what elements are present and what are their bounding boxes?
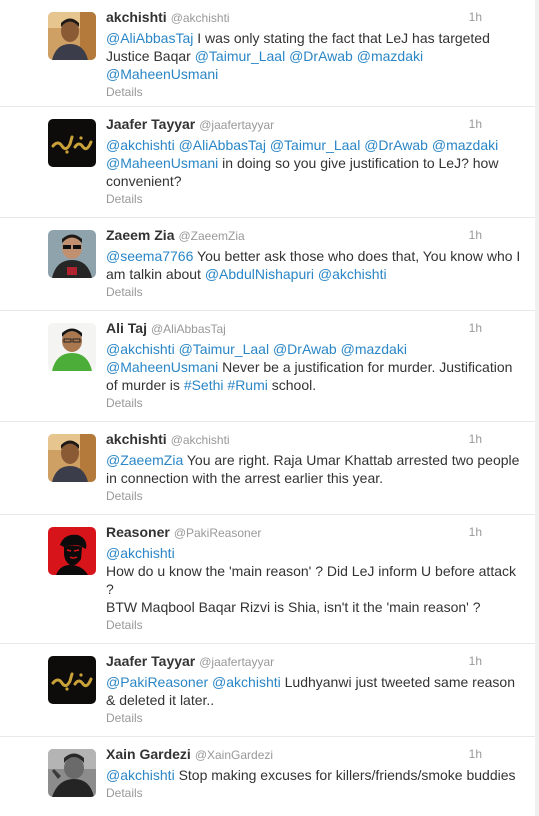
tweet[interactable]: Xain Gardezi @XainGardezi 1h @akchishti S…	[0, 737, 535, 816]
mention-link[interactable]: @Taimur_Laal	[270, 137, 360, 153]
details-link[interactable]: Details	[106, 396, 523, 410]
tweet[interactable]: akchishti @akchishti 1h @AliAbbasTaj I wa…	[0, 0, 535, 107]
mention-link[interactable]: @DrAwab	[289, 48, 353, 64]
tweet-text-fragment: school.	[267, 377, 317, 393]
mention-link[interactable]: @MaheenUsmani	[106, 66, 218, 82]
tweet-text: @AliAbbasTaj I was only stating the fact…	[106, 29, 523, 83]
mention-link[interactable]: @mazdaki	[341, 341, 407, 357]
tweet-timeline: akchishti @akchishti 1h @AliAbbasTaj I wa…	[0, 0, 536, 816]
tweet-text-fragment: BTW Maqbool Baqar Rizvi is Shia, isn't i…	[106, 599, 481, 615]
mention-link[interactable]: @akchishti	[318, 266, 387, 282]
tweet-timestamp[interactable]: 1h	[469, 654, 482, 668]
tweet-text-fragment: How do u know the 'main reason' ? Did Le…	[106, 563, 516, 597]
calligraphy-avatar[interactable]	[48, 656, 96, 704]
mention-link[interactable]: @ZaeemZia	[106, 452, 183, 468]
mention-link[interactable]: @mazdaki	[357, 48, 423, 64]
tweet-text: @seema7766 You better ask those who does…	[106, 247, 523, 283]
tweet-text: @akchishti Stop making excuses for kille…	[106, 766, 523, 784]
tweet[interactable]: Ali Taj @AliAbbasTaj 1h @akchishti @Taimu…	[0, 311, 535, 422]
details-link[interactable]: Details	[106, 711, 523, 725]
mention-link[interactable]: @Taimur_Laal	[195, 48, 285, 64]
mention-link[interactable]: @akchishti	[212, 674, 281, 690]
author-username[interactable]: @jaafertayyar	[199, 655, 274, 669]
man-portrait-avatar[interactable]	[48, 434, 96, 482]
tweet-timestamp[interactable]: 1h	[469, 228, 482, 242]
calligraphy-avatar[interactable]	[48, 119, 96, 167]
tweet-header: akchishti @akchishti	[106, 431, 523, 450]
mention-link[interactable]: @PakiReasoner	[106, 674, 208, 690]
tweet-timestamp[interactable]: 1h	[469, 321, 482, 335]
mention-link[interactable]: @AliAbbasTaj	[106, 30, 193, 46]
mention-link[interactable]: @mazdaki	[432, 137, 498, 153]
tweet-timestamp[interactable]: 1h	[469, 432, 482, 446]
man-sunglasses-avatar[interactable]	[48, 230, 96, 278]
author-fullname[interactable]: akchishti	[106, 431, 167, 447]
tweet-text: @akchishti @Taimur_Laal @DrAwab @mazdaki…	[106, 340, 523, 394]
tweet-text-fragment: Stop making excuses for killers/friends/…	[174, 767, 516, 783]
author-username[interactable]: @akchishti	[171, 11, 230, 25]
tweet-timestamp[interactable]: 1h	[469, 525, 482, 539]
che-portrait-avatar[interactable]	[48, 527, 96, 575]
author-username[interactable]: @ZaeemZia	[178, 229, 244, 243]
mention-link[interactable]: @MaheenUsmani	[106, 155, 218, 171]
author-fullname[interactable]: Xain Gardezi	[106, 746, 191, 762]
author-fullname[interactable]: akchishti	[106, 9, 167, 25]
details-link[interactable]: Details	[106, 85, 523, 99]
tweet-header: akchishti @akchishti	[106, 9, 523, 28]
tweet-header: Jaafer Tayyar @jaafertayyar	[106, 116, 523, 135]
tweet-text: @ZaeemZia You are right. Raja Umar Khatt…	[106, 451, 523, 487]
author-fullname[interactable]: Jaafer Tayyar	[106, 653, 195, 669]
tweet[interactable]: Zaeem Zia @ZaeemZia 1h @seema7766 You bet…	[0, 218, 535, 311]
details-link[interactable]: Details	[106, 489, 523, 503]
tweet[interactable]: Reasoner @PakiReasoner 1h @akchishti How d…	[0, 515, 535, 644]
author-username[interactable]: @jaafertayyar	[199, 118, 274, 132]
mention-link[interactable]: @akchishti	[106, 767, 175, 783]
tweet[interactable]: akchishti @akchishti 1h @ZaeemZia You are…	[0, 422, 535, 515]
mention-link[interactable]: @akchishti	[106, 137, 175, 153]
tweet-timestamp[interactable]: 1h	[469, 10, 482, 24]
man-grayscale-avatar[interactable]	[48, 749, 96, 797]
hashtag-link[interactable]: #Sethi	[184, 377, 224, 393]
author-fullname[interactable]: Zaeem Zia	[106, 227, 174, 243]
details-link[interactable]: Details	[106, 285, 523, 299]
tweet[interactable]: Jaafer Tayyar @jaafertayyar 1h @PakiReaso…	[0, 644, 535, 737]
author-username[interactable]: @PakiReasoner	[174, 526, 262, 540]
mention-link[interactable]: @DrAwab	[273, 341, 337, 357]
author-username[interactable]: @XainGardezi	[195, 748, 273, 762]
author-fullname[interactable]: Ali Taj	[106, 320, 147, 336]
tweet-header: Jaafer Tayyar @jaafertayyar	[106, 653, 523, 672]
tweet-text: @akchishti @AliAbbasTaj @Taimur_Laal @Dr…	[106, 136, 523, 190]
mention-link[interactable]: @DrAwab	[364, 137, 428, 153]
tweet[interactable]: Jaafer Tayyar @jaafertayyar 1h @akchishti…	[0, 107, 535, 218]
tweet-timestamp[interactable]: 1h	[469, 117, 482, 131]
author-fullname[interactable]: Jaafer Tayyar	[106, 116, 195, 132]
scrollbar[interactable]	[535, 0, 539, 816]
mention-link[interactable]: @akchishti	[106, 545, 175, 561]
tweet-header: Xain Gardezi @XainGardezi	[106, 746, 523, 765]
details-link[interactable]: Details	[106, 618, 523, 632]
mention-link[interactable]: @akchishti	[106, 341, 175, 357]
tweet-text: @akchishti How do u know the 'main reason…	[106, 544, 523, 616]
tweet-text: @PakiReasoner @akchishti Ludhyanwi just …	[106, 673, 523, 709]
tweet-timestamp[interactable]: 1h	[469, 747, 482, 761]
tweet-header: Reasoner @PakiReasoner	[106, 524, 523, 543]
details-link[interactable]: Details	[106, 786, 523, 800]
man-portrait-avatar[interactable]	[48, 12, 96, 60]
tweet-header: Ali Taj @AliAbbasTaj	[106, 320, 523, 339]
author-username[interactable]: @akchishti	[171, 433, 230, 447]
mention-link[interactable]: @Taimur_Laal	[179, 341, 269, 357]
details-link[interactable]: Details	[106, 192, 523, 206]
mention-link[interactable]: @AbdulNishapuri	[205, 266, 314, 282]
hashtag-link[interactable]: #Rumi	[227, 377, 267, 393]
mention-link[interactable]: @seema7766	[106, 248, 193, 264]
author-fullname[interactable]: Reasoner	[106, 524, 170, 540]
tweet-header: Zaeem Zia @ZaeemZia	[106, 227, 523, 246]
mention-link[interactable]: @MaheenUsmani	[106, 359, 218, 375]
author-username[interactable]: @AliAbbasTaj	[151, 322, 226, 336]
man-green-shirt-avatar[interactable]	[48, 323, 96, 371]
mention-link[interactable]: @AliAbbasTaj	[179, 137, 266, 153]
